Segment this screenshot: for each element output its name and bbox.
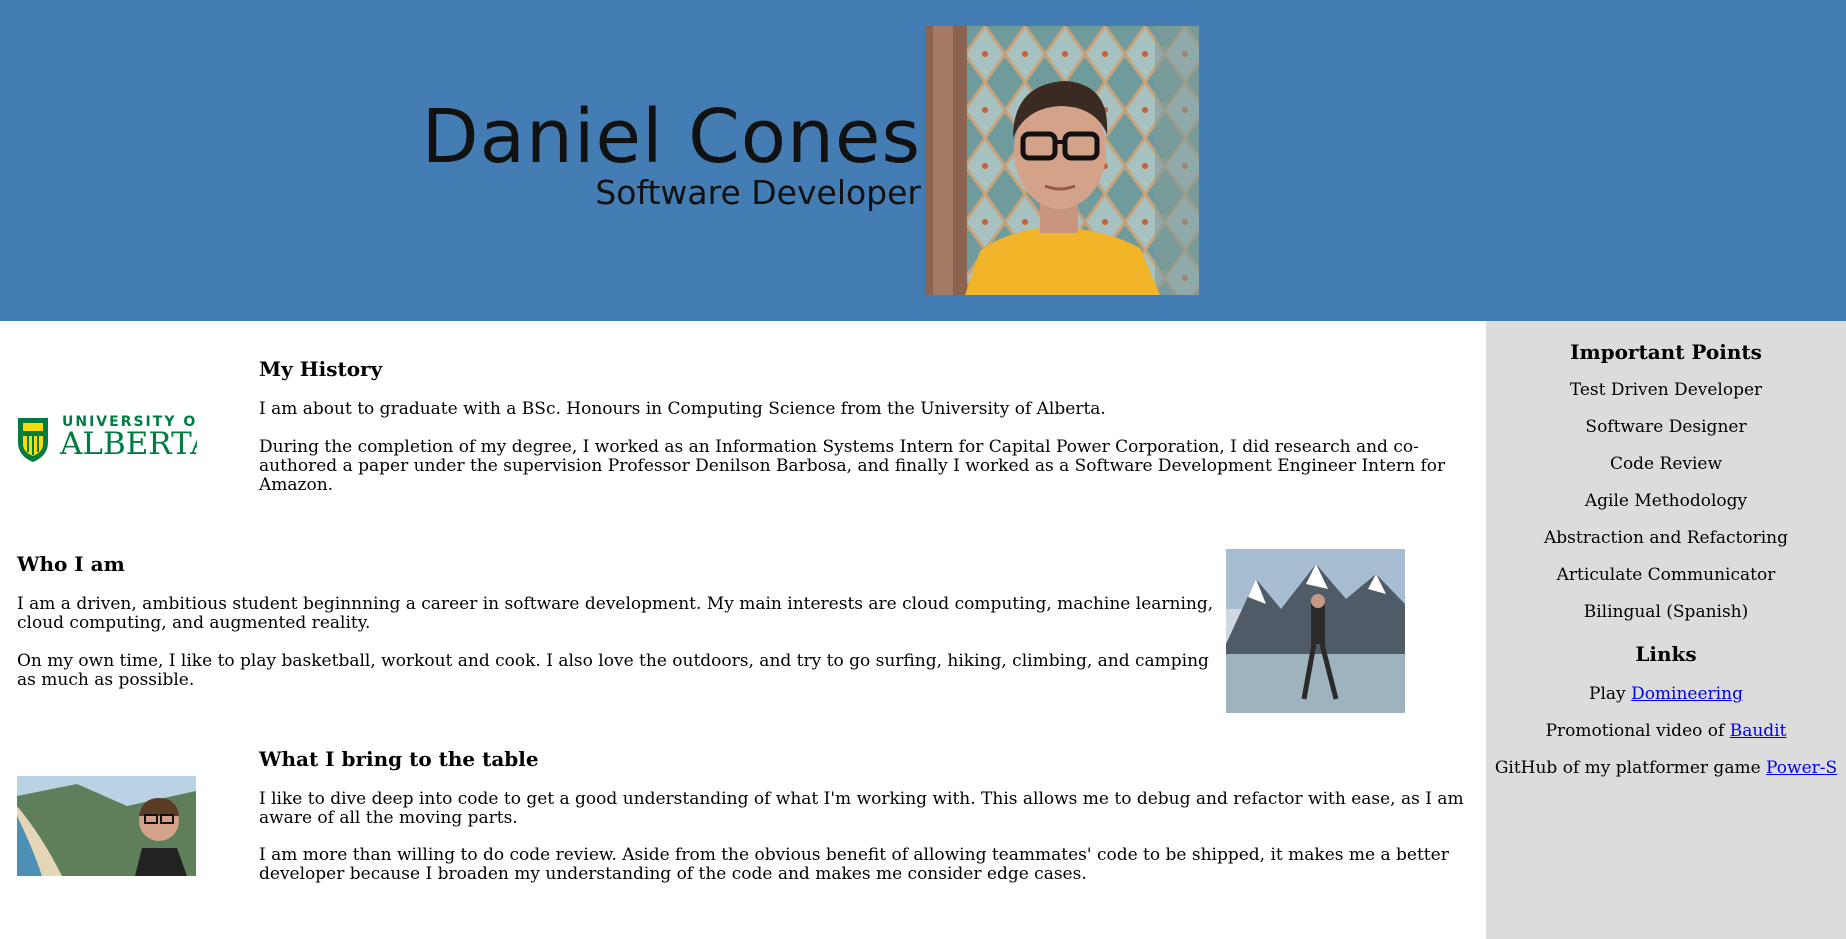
baudit-link[interactable]: Baudit (1730, 721, 1787, 741)
point-item: Code Review (1609, 454, 1723, 474)
power-s-link[interactable]: Power-S (1766, 758, 1837, 778)
portrait-photo (925, 26, 1199, 295)
who-heading: Who I am (17, 552, 125, 576)
point-item: Abstraction and Refactoring (1544, 528, 1788, 548)
history-heading: My History (259, 357, 383, 381)
page-title: Daniel Cones (421, 94, 921, 180)
who-paragraph-1: I am a driven, ambitious student beginnn… (17, 594, 1214, 633)
sidebar: Important Points Test Driven Developer S… (1486, 321, 1846, 939)
history-paragraph-1: I am about to graduate with a BSc. Honou… (259, 399, 1106, 419)
bring-paragraph-1: I like to dive deep into code to get a g… (259, 789, 1464, 828)
links-heading: Links (1635, 642, 1697, 666)
point-item: Articulate Communicator (1556, 565, 1776, 585)
domineering-link[interactable]: Domineering (1631, 684, 1743, 704)
link-prefix: GitHub of my platformer game (1494, 758, 1761, 778)
who-paragraph-2: On my own time, I like to play basketbal… (17, 651, 1209, 690)
logo-line-2: ALBERTA (60, 426, 197, 462)
history-paragraph-2: During the completion of my degree, I wo… (259, 437, 1446, 495)
page-subtitle: Software Developer (595, 173, 921, 212)
point-item: Test Driven Developer (1569, 380, 1763, 400)
main-content: UNIVERSITY OF ALBERTA My History I am ab… (0, 321, 1486, 939)
point-item: Bilingual (Spanish) (1583, 602, 1749, 622)
bring-paragraph-2: I am more than willing to do code review… (259, 845, 1449, 884)
university-logo: UNIVERSITY OF ALBERTA (17, 414, 197, 464)
link-prefix: Promotional video of (1545, 721, 1725, 741)
header-banner: Daniel Cones Software Developer (0, 0, 1846, 321)
mountain-photo (1226, 549, 1405, 713)
link-row-power-s: GitHub of my platformer game Power-S (1486, 758, 1846, 778)
link-row-baudit: Promotional video of Baudit (1486, 721, 1846, 741)
beach-selfie-photo (17, 776, 196, 876)
point-item: Software Designer (1585, 417, 1747, 437)
link-prefix: Play (1589, 684, 1626, 704)
bring-heading: What I bring to the table (259, 747, 539, 771)
link-row-domineering: Play Domineering (1486, 684, 1846, 704)
important-points-heading: Important Points (1570, 340, 1762, 364)
point-item: Agile Methodology (1584, 491, 1748, 511)
